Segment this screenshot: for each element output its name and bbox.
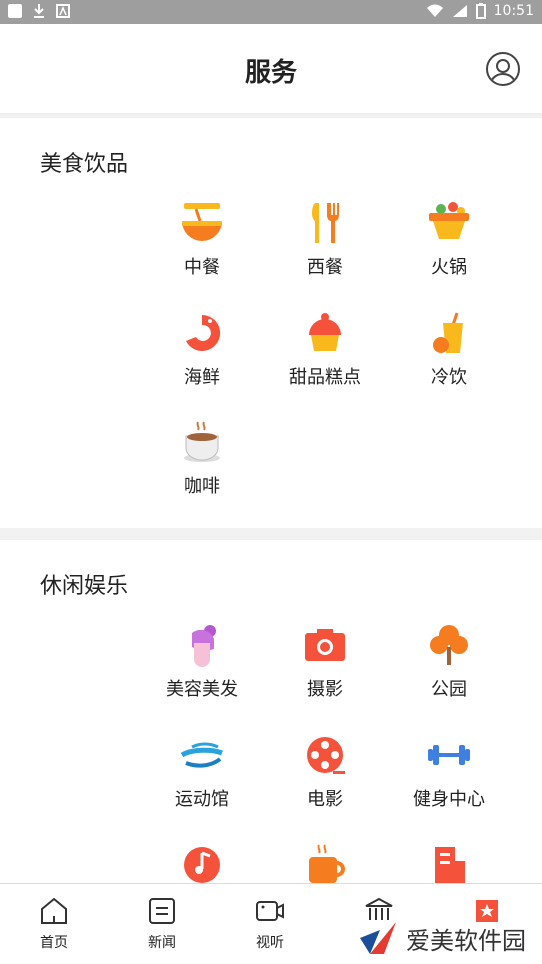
video-icon — [256, 901, 284, 921]
service-label: 火锅 — [431, 257, 467, 278]
battery-icon — [475, 3, 486, 19]
hairstyle-icon — [192, 625, 216, 667]
service-item-sports-hall[interactable]: 运动馆 — [142, 733, 262, 833]
service-label: 公园 — [431, 679, 467, 700]
user-icon — [490, 59, 516, 84]
home-icon — [41, 897, 67, 924]
download-icon — [34, 4, 44, 18]
fork-knife-icon — [312, 203, 339, 243]
status-bar: 10:51 — [0, 0, 542, 24]
service-label: 甜品糕点 — [289, 367, 361, 388]
noodle-bowl-icon — [182, 203, 222, 241]
shrimp-icon — [186, 314, 221, 351]
service-label: 中餐 — [184, 257, 220, 278]
service-item-music[interactable] — [142, 843, 262, 883]
app-header: 服务 — [0, 24, 542, 114]
cupcake-icon — [309, 313, 341, 351]
service-item-seafood[interactable]: 海鲜 — [142, 311, 262, 411]
service-label: 海鲜 — [184, 367, 220, 388]
tab-label: 首页 — [40, 935, 68, 951]
dumbbell-icon — [428, 745, 470, 765]
status-time: 10:51 — [493, 3, 534, 19]
coffee-cup-icon — [184, 421, 220, 462]
section-food-drink: 美食饮品 中餐 西餐 火锅 海鲜 甜品糕点 冷饮 咖啡 — [0, 118, 542, 528]
cold-drink-icon — [433, 312, 463, 353]
music-note-icon — [184, 847, 220, 883]
service-item-cinema[interactable]: 电影 — [265, 733, 385, 833]
user-avatar-button[interactable] — [486, 52, 520, 86]
section-leisure-entertainment: 休闲娱乐 美容美发 摄影 公园 运动馆 电影 健身中心 — [0, 540, 542, 883]
signal-icon — [452, 5, 467, 17]
service-item-park[interactable]: 公园 — [389, 623, 509, 723]
tab-label: 视听 — [256, 935, 284, 951]
service-item-cold-drink[interactable]: 冷饮 — [389, 311, 509, 411]
service-label: 美容美发 — [166, 679, 238, 700]
service-item-fitness-center[interactable]: 健身中心 — [389, 733, 509, 833]
stadium-icon — [180, 742, 223, 768]
service-label: 咖啡 — [184, 476, 220, 497]
service-label: 运动馆 — [175, 789, 229, 810]
section-title: 休闲娱乐 — [40, 574, 129, 599]
tree-icon — [430, 625, 468, 665]
camera-icon — [305, 629, 345, 661]
service-item-chinese-food[interactable]: 中餐 — [142, 201, 262, 301]
tab-media[interactable]: 视听 — [240, 896, 300, 952]
service-label: 冷饮 — [431, 367, 467, 388]
watermark: 爱美软件园 — [358, 920, 526, 956]
building-icon — [435, 847, 465, 883]
service-item-teahouse[interactable] — [265, 843, 385, 883]
service-item-hotpot[interactable]: 火锅 — [389, 201, 509, 301]
tea-cup-icon — [309, 844, 345, 883]
service-label: 西餐 — [307, 257, 343, 278]
service-item-western-food[interactable]: 西餐 — [265, 201, 385, 301]
font-icon — [56, 4, 70, 18]
service-label: 摄影 — [307, 679, 343, 700]
service-item-dessert[interactable]: 甜品糕点 — [265, 311, 385, 411]
page-title: 服务 — [244, 58, 297, 88]
service-item-building[interactable] — [389, 843, 509, 883]
tab-home[interactable]: 首页 — [24, 896, 84, 952]
notification-square-icon — [8, 4, 22, 18]
hotpot-icon — [429, 202, 469, 239]
tab-label: 新闻 — [148, 935, 176, 951]
brand-logo-icon — [360, 922, 396, 954]
service-label: 电影 — [307, 789, 343, 810]
service-label: 健身中心 — [413, 789, 485, 810]
tab-news[interactable]: 新闻 — [132, 896, 192, 952]
news-icon — [149, 898, 175, 924]
film-reel-icon — [307, 737, 345, 774]
section-title: 美食饮品 — [40, 152, 129, 177]
service-item-beauty-salon[interactable]: 美容美发 — [142, 623, 262, 723]
service-item-coffee[interactable]: 咖啡 — [142, 420, 262, 520]
wifi-icon — [426, 4, 443, 17]
service-item-photography[interactable]: 摄影 — [265, 623, 385, 723]
watermark-text: 爱美软件园 — [406, 926, 526, 955]
